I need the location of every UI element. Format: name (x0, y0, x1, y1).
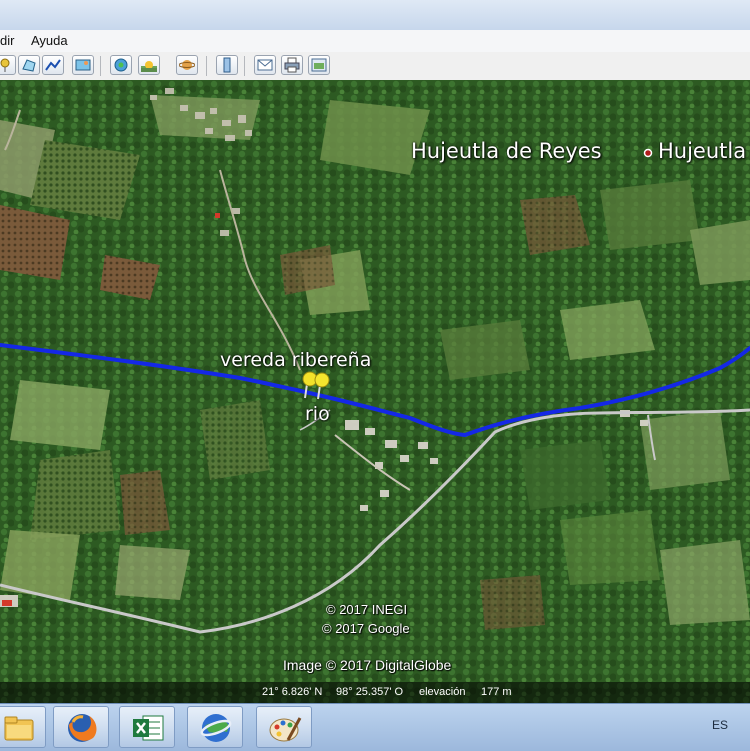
elevation-label: elevación (419, 686, 466, 698)
add-path-icon (45, 59, 61, 71)
toolbar-separator (244, 56, 245, 76)
menu-bar: dir Ayuda (0, 30, 750, 53)
yellow-pushpin-icon[interactable] (301, 370, 331, 402)
email-icon (257, 59, 273, 71)
place-label-hujeutla[interactable]: Hujeutla (658, 139, 746, 163)
placemark-label-vereda-riberena[interactable]: vereda ribereña (220, 349, 371, 371)
add-image-overlay-icon (75, 59, 91, 71)
add-polygon-icon (22, 59, 36, 72)
taskbar-excel[interactable] (119, 706, 175, 748)
menu-item-anadir[interactable]: dir (0, 33, 14, 48)
menu-item-ayuda[interactable]: Ayuda (31, 33, 68, 48)
coordinates-status-bar: 21° 6.826' N 98° 25.357' O elevación 177… (0, 682, 750, 703)
record-tour-icon (114, 58, 128, 72)
add-path-button[interactable] (42, 55, 64, 75)
switch-planet-button[interactable] (176, 55, 198, 75)
window-title-bar (0, 0, 750, 31)
attribution-inegi: © 2017 INEGI (326, 602, 408, 617)
print-icon (284, 57, 300, 73)
sunlight-icon (141, 61, 157, 72)
map-view[interactable]: Hujeutla de Reyes Hujeutla vereda ribere… (0, 80, 750, 703)
email-button[interactable] (254, 55, 276, 75)
taskbar: ES (0, 703, 750, 751)
paint-icon (269, 717, 302, 742)
switch-planet-icon (179, 60, 195, 70)
google-earth-icon (200, 714, 232, 742)
place-label-hujeutla-de-reyes[interactable]: Hujeutla de Reyes (411, 139, 602, 163)
town-dot-icon (643, 148, 653, 158)
add-placemark-button[interactable] (0, 55, 16, 75)
toolbar-separator (206, 56, 207, 76)
excel-icon (133, 715, 164, 741)
taskbar-firefox[interactable] (53, 706, 109, 748)
taskbar-paint[interactable] (256, 706, 312, 748)
save-image-icon (311, 58, 327, 72)
ruler-button[interactable] (216, 55, 238, 75)
print-button[interactable] (281, 55, 303, 75)
save-image-button[interactable] (308, 55, 330, 75)
taskbar-file-explorer[interactable] (0, 706, 46, 748)
attribution-digitalglobe: Image © 2017 DigitalGlobe (283, 657, 452, 673)
attribution-google: © 2017 Google (322, 621, 410, 636)
toolbar (0, 52, 750, 81)
input-language-indicator[interactable]: ES (712, 718, 728, 732)
record-tour-button[interactable] (110, 55, 132, 75)
firefox-icon (68, 714, 97, 742)
elevation-readout: 177 m (481, 686, 512, 698)
longitude-readout: 98° 25.357' O (336, 686, 404, 698)
taskbar-google-earth[interactable] (187, 706, 243, 748)
add-image-overlay-button[interactable] (72, 55, 94, 75)
toolbar-separator (100, 56, 101, 76)
add-placemark-icon (0, 58, 10, 72)
latitude-readout: 21° 6.826' N (262, 686, 323, 698)
placemark-label-rio[interactable]: rio (305, 403, 330, 425)
add-polygon-button[interactable] (18, 55, 40, 75)
ruler-icon (223, 57, 231, 73)
file-explorer-icon (4, 716, 34, 741)
sunlight-button[interactable] (138, 55, 160, 75)
